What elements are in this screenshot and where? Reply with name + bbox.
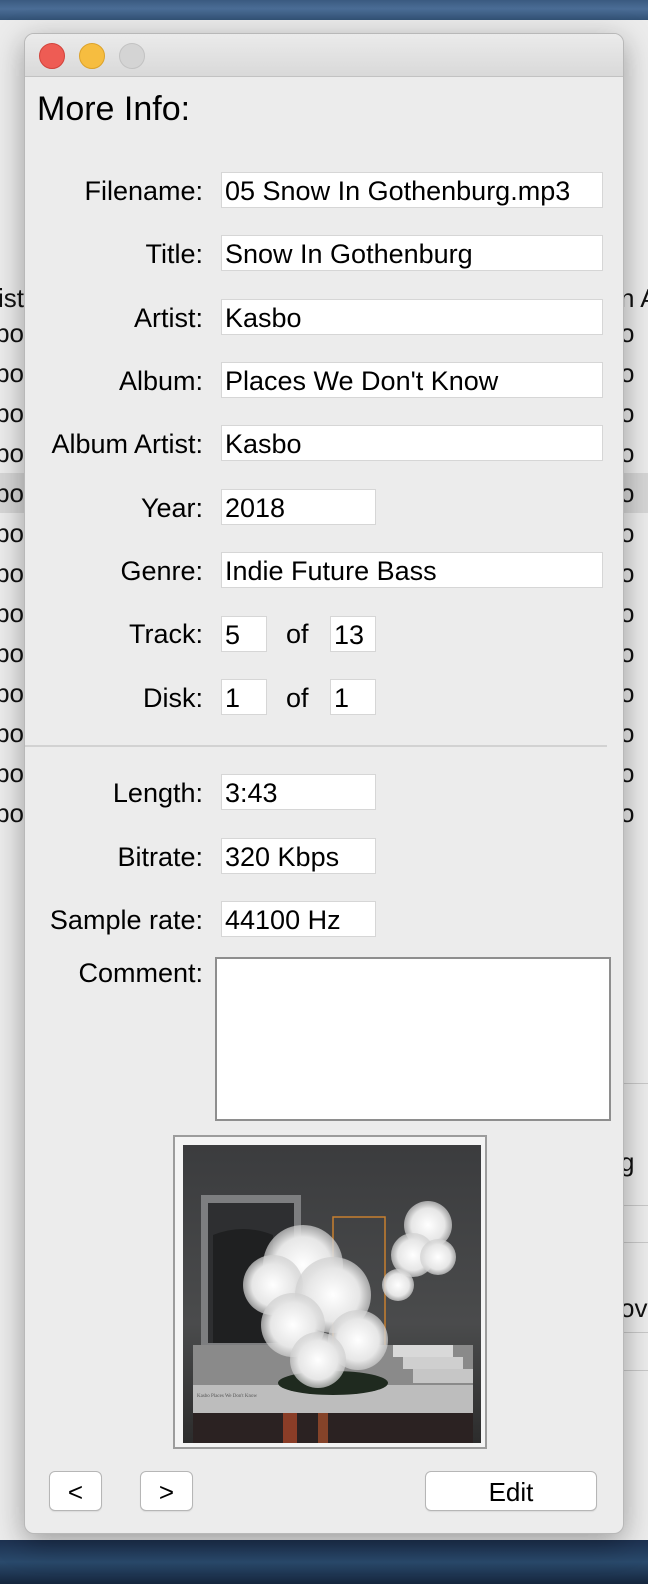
section-divider — [25, 745, 607, 747]
album-artist-label: Album Artist: — [51, 429, 203, 459]
close-window-button[interactable] — [39, 43, 65, 69]
background-divider — [622, 1370, 648, 1371]
zoom-window-button[interactable] — [119, 43, 145, 69]
background-row[interactable]: o — [622, 313, 648, 353]
background-row[interactable]: sbo — [0, 393, 26, 433]
background-row[interactable]: o — [622, 553, 648, 593]
length-label: Length: — [112, 778, 203, 808]
bitrate-label: Bitrate: — [117, 842, 203, 872]
background-row[interactable]: o — [622, 673, 648, 713]
track-total-field[interactable]: 13 — [330, 616, 376, 652]
background-row[interactable]: g — [622, 1142, 648, 1182]
year-label: Year: — [140, 493, 203, 523]
background-row[interactable]: o — [622, 353, 648, 393]
album-art-image: Kasbo Places We Don't Know — [183, 1145, 481, 1443]
background-row[interactable]: o — [622, 593, 648, 633]
year-field[interactable]: 2018 — [221, 489, 376, 525]
artist-field[interactable]: Kasbo — [221, 299, 603, 335]
background-album-column: n A o o o o o o o o o o o o o g ov — [622, 20, 648, 1540]
bitrate-field: 320 Kbps — [221, 838, 376, 874]
more-info-dialog: More Info: Filename: 05 Snow In Gothenbu… — [24, 33, 624, 1534]
desktop-wallpaper-bottom — [0, 1540, 648, 1584]
background-row[interactable]: o — [622, 633, 648, 673]
artist-label: Artist: — [133, 303, 203, 333]
background-row[interactable]: o — [622, 793, 648, 833]
comment-textarea[interactable] — [215, 957, 611, 1121]
background-row[interactable]: sbo — [0, 673, 26, 713]
background-column-header: tist — [0, 283, 24, 313]
comment-label: Comment: — [78, 958, 203, 988]
filename-field[interactable]: 05 Snow In Gothenburg.mp3 — [221, 172, 603, 208]
background-row[interactable]: sbo — [0, 353, 26, 393]
background-row-selected[interactable]: sbo — [0, 473, 26, 513]
previous-button[interactable]: < — [49, 1471, 102, 1511]
disk-number-field[interactable]: 1 — [221, 679, 267, 715]
title-field[interactable]: Snow In Gothenburg — [221, 235, 603, 271]
album-artist-field[interactable]: Kasbo — [221, 425, 603, 461]
track-of-label: of — [286, 619, 309, 649]
background-row[interactable]: o — [622, 433, 648, 473]
background-row[interactable]: sbo — [0, 713, 26, 753]
track-number-field[interactable]: 5 — [221, 616, 267, 652]
track-label: Track: — [129, 619, 203, 649]
background-divider — [622, 1083, 648, 1084]
background-row[interactable]: sbo — [0, 313, 26, 353]
title-label: Title: — [145, 239, 203, 269]
background-column-header: n A — [622, 283, 648, 313]
background-row[interactable]: ov — [622, 1288, 648, 1328]
filename-label: Filename: — [84, 176, 203, 206]
background-row[interactable]: o — [622, 513, 648, 553]
dialog-heading: More Info: — [37, 90, 191, 128]
desktop-wallpaper-top — [0, 0, 648, 22]
svg-text:Kasbo Places We Don't Know: Kasbo Places We Don't Know — [197, 1394, 258, 1399]
background-row[interactable]: sbo — [0, 513, 26, 553]
edit-button[interactable]: Edit — [425, 1471, 597, 1511]
minimize-window-button[interactable] — [79, 43, 105, 69]
genre-label: Genre: — [120, 556, 203, 586]
disk-label: Disk: — [143, 683, 203, 713]
album-field[interactable]: Places We Don't Know — [221, 362, 603, 398]
background-row-selected[interactable]: o — [622, 473, 648, 513]
background-artist-column: tist sbo sbo sbo sbo sbo sbo sbo sbo sbo… — [0, 20, 26, 1540]
album-label: Album: — [118, 366, 203, 396]
disk-total-field[interactable]: 1 — [330, 679, 376, 715]
background-row[interactable]: o — [622, 393, 648, 433]
background-row[interactable]: sbo — [0, 553, 26, 593]
length-field: 3:43 — [221, 774, 376, 810]
background-row[interactable]: o — [622, 713, 648, 753]
background-row[interactable]: sbo — [0, 753, 26, 793]
sample-rate-field: 44100 Hz — [221, 901, 376, 937]
background-divider — [622, 1205, 648, 1206]
background-row[interactable]: sbo — [0, 433, 26, 473]
sample-rate-label: Sample rate: — [49, 905, 203, 935]
background-divider — [622, 1332, 648, 1333]
background-row[interactable]: sbo — [0, 633, 26, 673]
background-row[interactable]: sbo — [0, 793, 26, 833]
background-row[interactable]: o — [622, 753, 648, 793]
next-button[interactable]: > — [140, 1471, 193, 1511]
title-bar[interactable] — [25, 34, 623, 77]
background-row[interactable]: sbo — [0, 593, 26, 633]
album-art-frame: Kasbo Places We Don't Know — [173, 1135, 487, 1449]
disk-of-label: of — [286, 683, 309, 713]
genre-field[interactable]: Indie Future Bass — [221, 552, 603, 588]
background-divider — [622, 1242, 648, 1243]
